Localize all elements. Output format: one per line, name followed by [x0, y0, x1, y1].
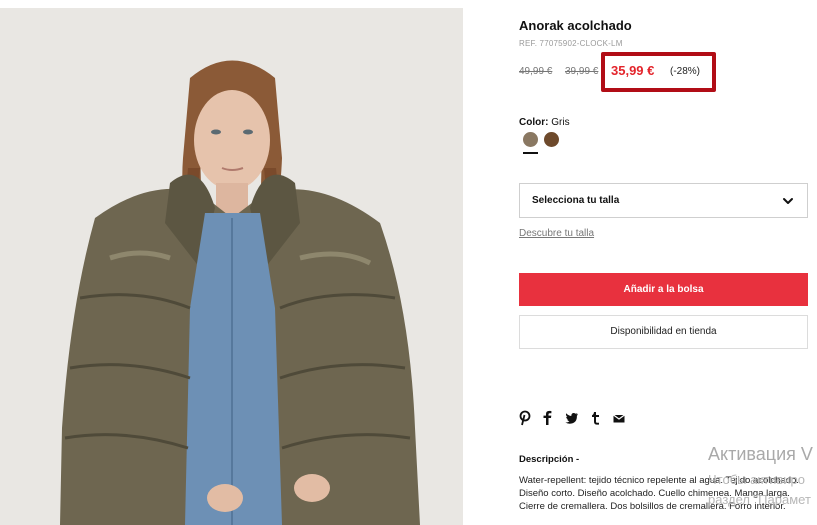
product-title: Anorak acolchado [519, 18, 632, 33]
previous-price: 39,99 € [565, 66, 599, 77]
facebook-icon[interactable] [541, 410, 557, 428]
color-label: Color: Gris [519, 117, 570, 128]
tumblr-icon[interactable] [589, 410, 605, 428]
chevron-down-icon [783, 198, 793, 204]
pinterest-icon[interactable] [518, 410, 534, 428]
color-label-value: Gris [551, 117, 570, 128]
size-select[interactable]: Selecciona tu talla [519, 183, 808, 218]
size-guide-link[interactable]: Descubre tu talla [519, 228, 594, 239]
mail-icon[interactable] [612, 410, 628, 428]
os-activation-hint-line: Чтобы активиро [708, 472, 806, 487]
color-label-key: Color: [519, 117, 549, 128]
store-availability-button[interactable]: Disponibilidad en tienda [519, 315, 808, 349]
add-to-bag-button[interactable]: Añadir a la bolsa [519, 273, 808, 306]
color-swatch-brown[interactable] [544, 132, 559, 147]
twitter-icon[interactable] [564, 410, 580, 428]
current-price: 35,99 € [611, 63, 655, 78]
product-photo [0, 8, 463, 525]
discount-badge: (-28%) [670, 66, 701, 77]
os-activation-watermark: Активация V [708, 444, 813, 464]
os-activation-hint: Чтобы активиро раздел "Парамет [708, 470, 811, 510]
original-price: 49,99 € [519, 66, 553, 77]
size-select-label: Selecciona tu talla [532, 195, 620, 206]
os-activation-hint-line: раздел "Парамет [708, 492, 811, 507]
description-title: Descripción - [519, 454, 580, 465]
selected-swatch-indicator [523, 152, 538, 154]
product-reference: REF. 77075902-CLOCK-LM [519, 39, 623, 48]
color-swatch-gris[interactable] [523, 132, 538, 147]
